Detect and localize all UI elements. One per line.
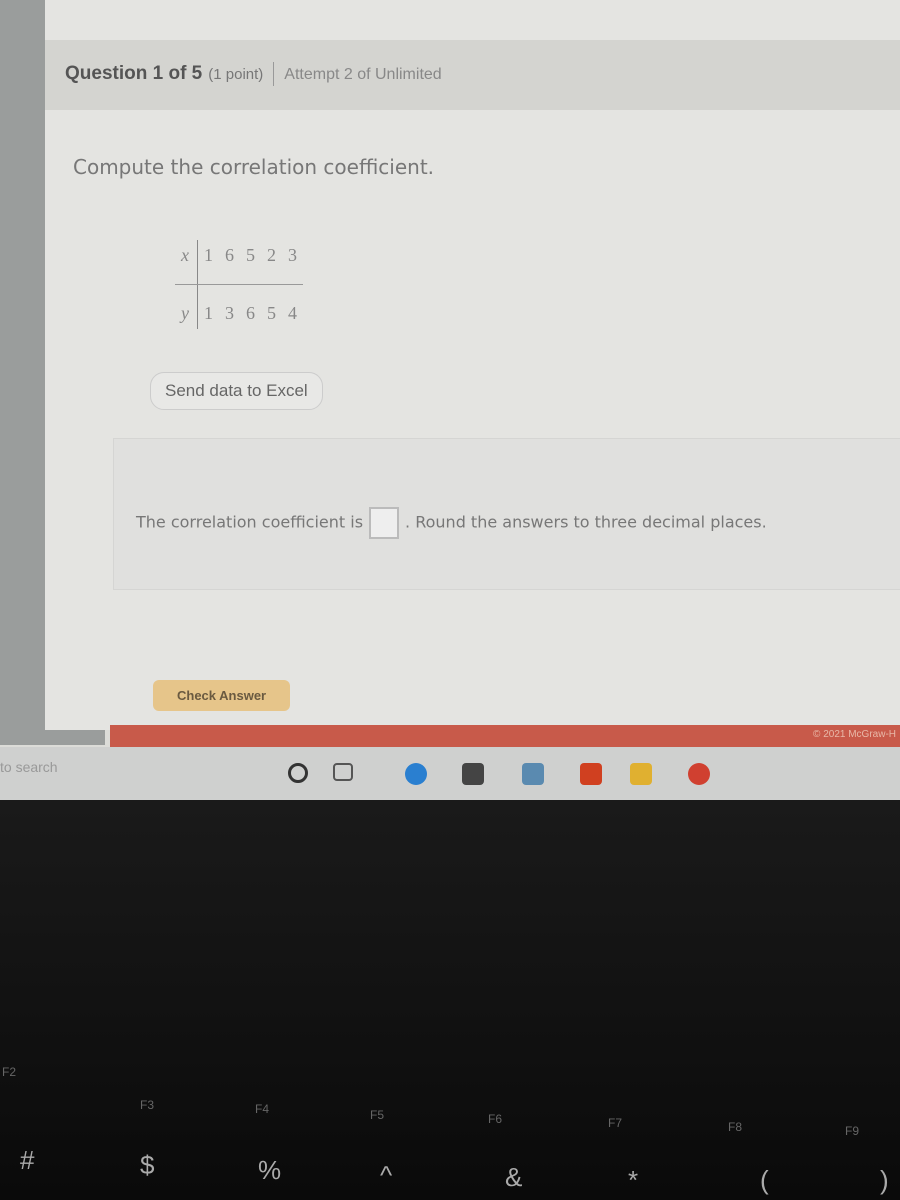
key-dollar[interactable]: $	[140, 1150, 154, 1181]
chrome-icon[interactable]	[688, 763, 710, 785]
file-explorer-icon[interactable]	[630, 763, 652, 785]
taskbar: to search	[0, 747, 900, 802]
question-number: Question 1 of 5	[65, 63, 203, 85]
key-f4[interactable]: F4	[255, 1102, 269, 1116]
question-title: Question 1 of 5 (1 point) Attempt 2 of Unl…	[65, 62, 442, 86]
answer-prefix: The correlation coefficient is	[136, 512, 364, 532]
y-value: 1	[204, 303, 213, 323]
key-f9[interactable]: F9	[845, 1124, 859, 1138]
correlation-input[interactable]	[369, 507, 400, 539]
copyright: © 2021 McGraw-H	[813, 729, 896, 740]
x-label: x	[175, 240, 198, 285]
answer-line: The correlation coefficient is . Round th…	[136, 507, 767, 539]
key-ampersand[interactable]: &	[505, 1162, 522, 1193]
key-asterisk[interactable]: *	[628, 1165, 638, 1196]
footer-bar: © 2021 McGraw-H	[110, 725, 900, 747]
check-answer-button[interactable]: Check Answer	[153, 680, 291, 711]
key-percent[interactable]: %	[258, 1155, 281, 1186]
table-row-y: y 13654	[175, 284, 303, 329]
answer-instructions: . Round the answers to three decimal pla…	[405, 512, 767, 532]
store-icon[interactable]	[462, 763, 484, 785]
question-prompt: Compute the correlation coefficient.	[73, 155, 435, 179]
key-f2[interactable]: F2	[2, 1065, 16, 1079]
question-page: Question 1 of 5 (1 point) Attempt 2 of Unl…	[45, 0, 900, 730]
key-right-paren[interactable]: )	[880, 1165, 889, 1196]
key-hash[interactable]: #	[20, 1145, 34, 1176]
x-value: 3	[282, 240, 303, 285]
edge-icon[interactable]	[405, 763, 427, 785]
key-f3[interactable]: F3	[140, 1098, 154, 1112]
key-left-paren[interactable]: (	[760, 1165, 769, 1196]
task-view-icon[interactable]	[333, 763, 353, 781]
key-f7[interactable]: F7	[608, 1116, 622, 1130]
x-value: 6	[219, 240, 240, 285]
key-f5[interactable]: F5	[370, 1108, 384, 1122]
mail-icon[interactable]	[522, 763, 544, 785]
x-value: 1	[197, 240, 219, 285]
x-value: 2	[261, 240, 282, 285]
taskbar-search[interactable]: to search	[0, 759, 58, 775]
x-value: 5	[240, 240, 261, 285]
y-label: y	[175, 284, 198, 329]
y-value: 5	[267, 303, 276, 323]
key-f8[interactable]: F8	[728, 1120, 742, 1134]
keyboard: F2 F3 F4 F5 F6 F7 F8 F9 # $ % ^ & * ( )	[0, 800, 900, 1200]
office-icon[interactable]	[580, 763, 602, 785]
key-caret[interactable]: ^	[380, 1160, 392, 1191]
send-to-excel-button[interactable]: Send data to Excel	[150, 372, 323, 410]
screen: Question 1 of 5 (1 point) Attempt 2 of Unl…	[0, 0, 900, 802]
attempt-count: Attempt 2 of Unlimited	[284, 66, 442, 84]
key-f6[interactable]: F6	[488, 1112, 502, 1126]
question-header: Question 1 of 5 (1 point) Attempt 2 of Unl…	[45, 40, 900, 110]
question-points: (1 point)	[208, 66, 264, 84]
table-row-x: x 16523	[175, 240, 303, 285]
y-value: 3	[225, 303, 234, 323]
divider	[273, 62, 275, 86]
answer-box: The correlation coefficient is . Round th…	[113, 438, 900, 590]
y-value: 4	[288, 303, 297, 323]
y-value: 6	[246, 303, 255, 323]
cortana-icon[interactable]	[288, 763, 308, 783]
data-table: x 16523 y 13654	[175, 240, 303, 329]
